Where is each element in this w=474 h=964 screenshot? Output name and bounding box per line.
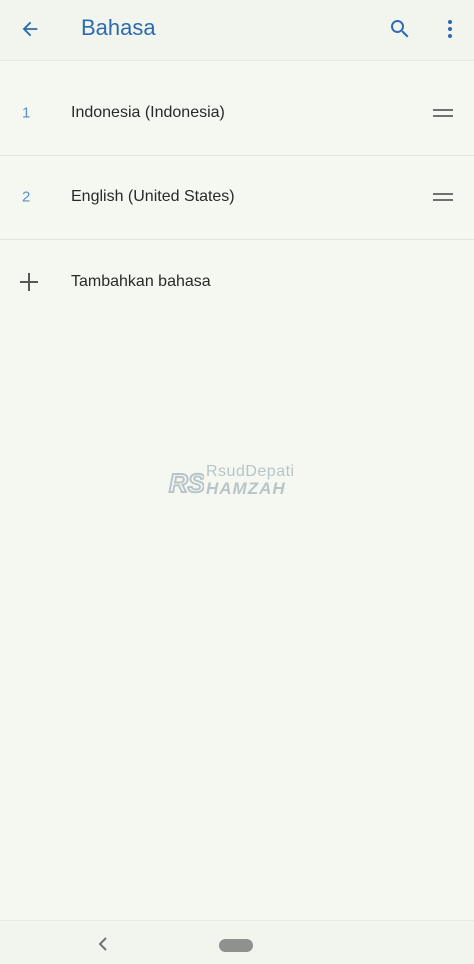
- add-language-row[interactable]: Tambahkan bahasa: [0, 240, 474, 324]
- app-bar: Bahasa: [0, 0, 474, 61]
- watermark-line2: HAMZAH: [206, 479, 286, 498]
- home-pill-icon[interactable]: [219, 939, 253, 952]
- add-language-label: Tambahkan bahasa: [71, 273, 211, 290]
- drag-handle[interactable]: [430, 185, 456, 209]
- search-icon: [391, 20, 409, 38]
- watermark-logo: RS RsudDepati HAMZAH: [168, 463, 308, 499]
- language-row-1[interactable]: 1 Indonesia (Indonesia): [0, 71, 474, 156]
- language-label: English (United States): [71, 188, 235, 205]
- nav-back-button[interactable]: [92, 934, 114, 954]
- back-button[interactable]: [12, 11, 48, 47]
- page-title: Bahasa: [81, 15, 156, 40]
- svg-text:RS: RS: [169, 468, 204, 498]
- search-button[interactable]: [382, 11, 418, 47]
- more-options-button[interactable]: [432, 11, 468, 47]
- language-label: Indonesia (Indonesia): [71, 104, 225, 121]
- language-row-2[interactable]: 2 English (United States): [0, 155, 474, 240]
- drag-handle-icon: [433, 193, 453, 201]
- more-vert-icon: [448, 20, 452, 38]
- system-nav-bar: [0, 920, 474, 964]
- arrow-back-icon: [22, 21, 38, 37]
- drag-handle-icon: [433, 109, 453, 117]
- nav-back-chevron-icon: [98, 937, 107, 951]
- language-index: 2: [22, 188, 31, 206]
- drag-handle[interactable]: [430, 101, 456, 125]
- language-index: 1: [22, 104, 31, 122]
- rs-logo-icon: RS: [168, 467, 204, 498]
- plus-icon: [20, 273, 38, 291]
